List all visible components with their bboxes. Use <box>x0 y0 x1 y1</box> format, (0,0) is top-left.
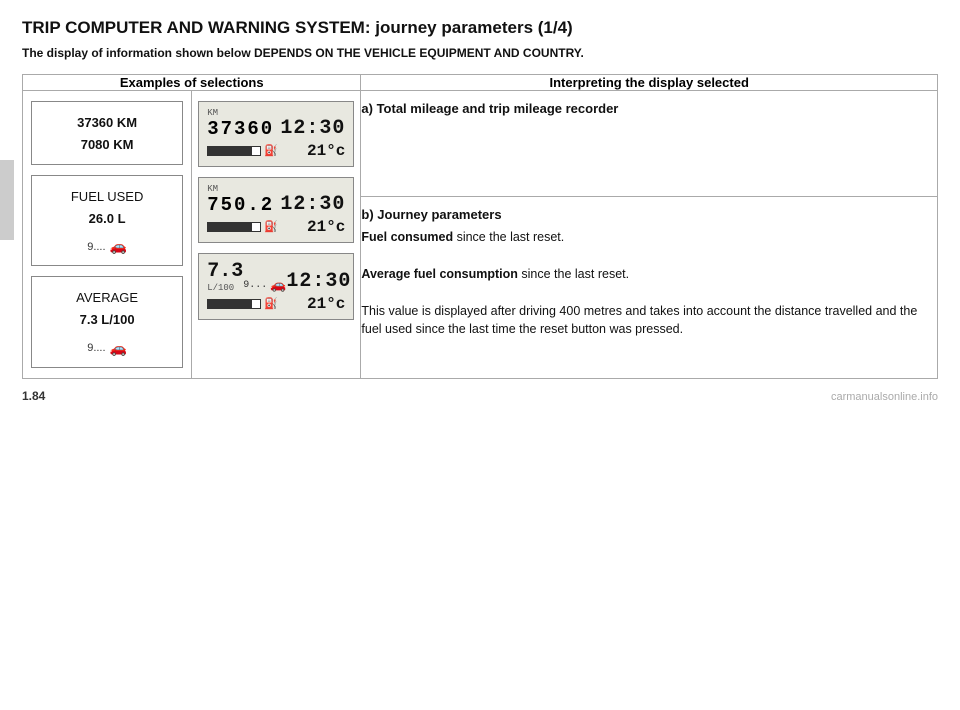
lcd-panel-1: KM 37360 12:30 ⛽ <box>198 101 354 167</box>
lcd1-time: 12:30 <box>280 117 345 140</box>
section-a-title: a) Total mileage and trip mileage record… <box>361 101 937 116</box>
lcd2-time: 12:30 <box>280 193 345 216</box>
fuel-used-value: 26.0 L <box>38 208 176 230</box>
avg-consumption-suffix: since the last reset. <box>518 267 629 281</box>
lcd-panel-2: KM 750.2 12:30 ⛽ <box>198 177 354 243</box>
section-b-title: b) Journey parameters <box>361 207 937 222</box>
car-icon-avg: 🚗 <box>110 338 127 359</box>
lcd2-odometer: 750.2 <box>207 194 274 216</box>
side-tab <box>0 160 14 240</box>
lcd-panel-3: 7.3 L/100 9... 🚗 12:30 <box>198 253 354 320</box>
lcd1-temp: 21°c <box>307 142 345 160</box>
page-subtitle: The display of information shown below D… <box>22 46 938 60</box>
main-table: Examples of selections Interpreting the … <box>22 74 938 379</box>
fuel-used-label: FUEL USED <box>38 186 176 208</box>
lcd3-avg-value: 7.3 <box>207 260 243 283</box>
page-number: 1.84 <box>22 389 45 403</box>
lcd3-temp: 21°c <box>307 295 345 313</box>
fuel-consumed-suffix: since the last reset. <box>453 230 564 244</box>
avg-consumption-text: Average fuel consumption since the last … <box>361 265 937 284</box>
lcd3-fuel-bar: ⛽ <box>207 297 278 311</box>
mileage-label-box: 37360 KM 7080 KM <box>31 101 183 165</box>
avg-detail-text: This value is displayed after driving 40… <box>361 302 937 340</box>
footer: 1.84 carmanualsonline.info <box>22 389 938 403</box>
average-value: 7.3 L/100 <box>38 309 176 331</box>
pin-icon: 9.... <box>87 239 105 256</box>
lcd2-temp: 21°c <box>307 218 345 236</box>
average-icons: 9.... 🚗 <box>38 338 176 359</box>
lcd1-fuel-bar: ⛽ <box>207 144 278 158</box>
interpretation-cell: a) Total mileage and trip mileage record… <box>361 91 938 379</box>
header-interpreting: Interpreting the display selected <box>361 75 938 91</box>
fuel-used-label-box: FUEL USED 26.0 L 9.... 🚗 <box>31 175 183 266</box>
pin-icon-avg: 9.... <box>87 340 105 357</box>
section-divider <box>361 196 937 197</box>
trip-mileage: 7080 KM <box>38 134 176 156</box>
average-label-box: AVERAGE 7.3 L/100 9.... 🚗 <box>31 276 183 367</box>
section-a: a) Total mileage and trip mileage record… <box>361 91 937 182</box>
watermark: carmanualsonline.info <box>831 391 938 403</box>
fuel-consumed-text: Fuel consumed since the last reset. <box>361 228 937 247</box>
page-title: TRIP COMPUTER AND WARNING SYSTEM: journe… <box>22 18 938 38</box>
fuel-used-icons: 9.... 🚗 <box>38 236 176 257</box>
lcd1-odometer: 37360 <box>207 118 274 140</box>
avg-consumption-label: Average fuel consumption <box>361 267 518 281</box>
lcd3-fuel-pump-icon: ⛽ <box>264 297 278 311</box>
average-label: AVERAGE <box>38 287 176 309</box>
lcd2-fuel-pump-icon: ⛽ <box>264 220 278 234</box>
lcd2-fuel-bar: ⛽ <box>207 220 278 234</box>
lcd1-fuel-pump-icon: ⛽ <box>264 144 278 158</box>
section-b: b) Journey parameters Fuel consumed sinc… <box>361 207 937 339</box>
car-icon-small: 🚗 <box>110 236 127 257</box>
lcd3-avg-unit: L/100 <box>207 283 243 293</box>
total-mileage: 37360 KM <box>38 112 176 134</box>
fuel-consumed-label: Fuel consumed <box>361 230 453 244</box>
lcd1-unit-label: KM <box>207 108 274 118</box>
lcd3-mid-icons: 9... 🚗 <box>243 278 286 293</box>
lcd2-unit-label: KM <box>207 184 274 194</box>
header-examples: Examples of selections <box>23 75 361 91</box>
lcd3-time: 12:30 <box>286 270 351 293</box>
